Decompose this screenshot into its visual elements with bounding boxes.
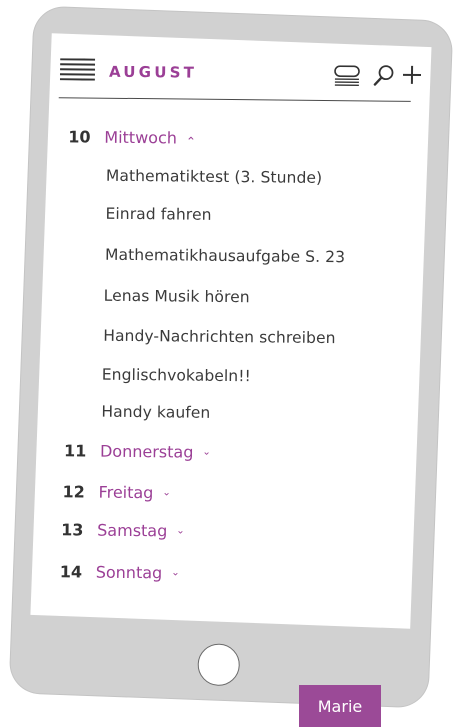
plus-icon[interactable] — [401, 64, 423, 86]
chevron-down-icon[interactable]: ⌄ — [171, 567, 180, 578]
event-item[interactable]: Mathematikhausaufgabe S. 23 — [105, 246, 345, 267]
day-number: 13 — [61, 519, 84, 539]
day-number: 10 — [68, 126, 91, 147]
event-item[interactable]: Handy-Nachrichten schreiben — [103, 327, 336, 347]
day-name: Freitag — [98, 482, 154, 502]
event-item[interactable]: Lenas Musik hören — [104, 287, 250, 307]
hamburger-menu-icon[interactable] — [59, 58, 96, 81]
event-item[interactable]: Mathematiktest (3. Stunde) — [106, 167, 322, 187]
day-number: 12 — [62, 481, 85, 502]
header-divider — [58, 97, 411, 102]
event-item[interactable]: Einrad fahren — [105, 205, 211, 224]
list-view-icon[interactable] — [334, 65, 360, 87]
day-name: Donnerstag — [99, 441, 194, 462]
search-icon[interactable] — [373, 64, 395, 88]
day-number: 14 — [59, 561, 83, 581]
day-row-14[interactable]: 14 Sonntag ⌄ — [60, 559, 180, 584]
calendar-app: AUGUST 10 Mittwoch ⌃ Mathematiktest (3. … — [0, 0, 456, 727]
stage: AUGUST 10 Mittwoch ⌃ Mathematiktest (3. … — [0, 0, 456, 727]
chevron-down-icon[interactable]: ⌄ — [162, 487, 171, 498]
day-name: Mittwoch — [104, 127, 178, 147]
owner-name-tag: Marie — [299, 685, 381, 727]
day-row-12[interactable]: 12 Freitag ⌄ — [62, 479, 171, 504]
day-row-11[interactable]: 11 Donnerstag ⌄ — [64, 438, 211, 464]
chevron-down-icon[interactable]: ⌄ — [176, 525, 185, 536]
day-row-10[interactable]: 10 Mittwoch ⌃ — [68, 124, 196, 149]
chevron-up-icon[interactable]: ⌃ — [186, 135, 196, 149]
day-name: Sonntag — [95, 562, 163, 582]
event-item[interactable]: Englischvokabeln!! — [102, 366, 251, 386]
day-row-13[interactable]: 13 Samstag ⌄ — [61, 517, 185, 542]
month-title: AUGUST — [108, 62, 198, 82]
chevron-down-icon[interactable]: ⌄ — [202, 446, 211, 457]
event-item[interactable]: Handy kaufen — [101, 403, 210, 422]
day-number: 11 — [63, 440, 87, 461]
day-name: Samstag — [97, 520, 168, 540]
